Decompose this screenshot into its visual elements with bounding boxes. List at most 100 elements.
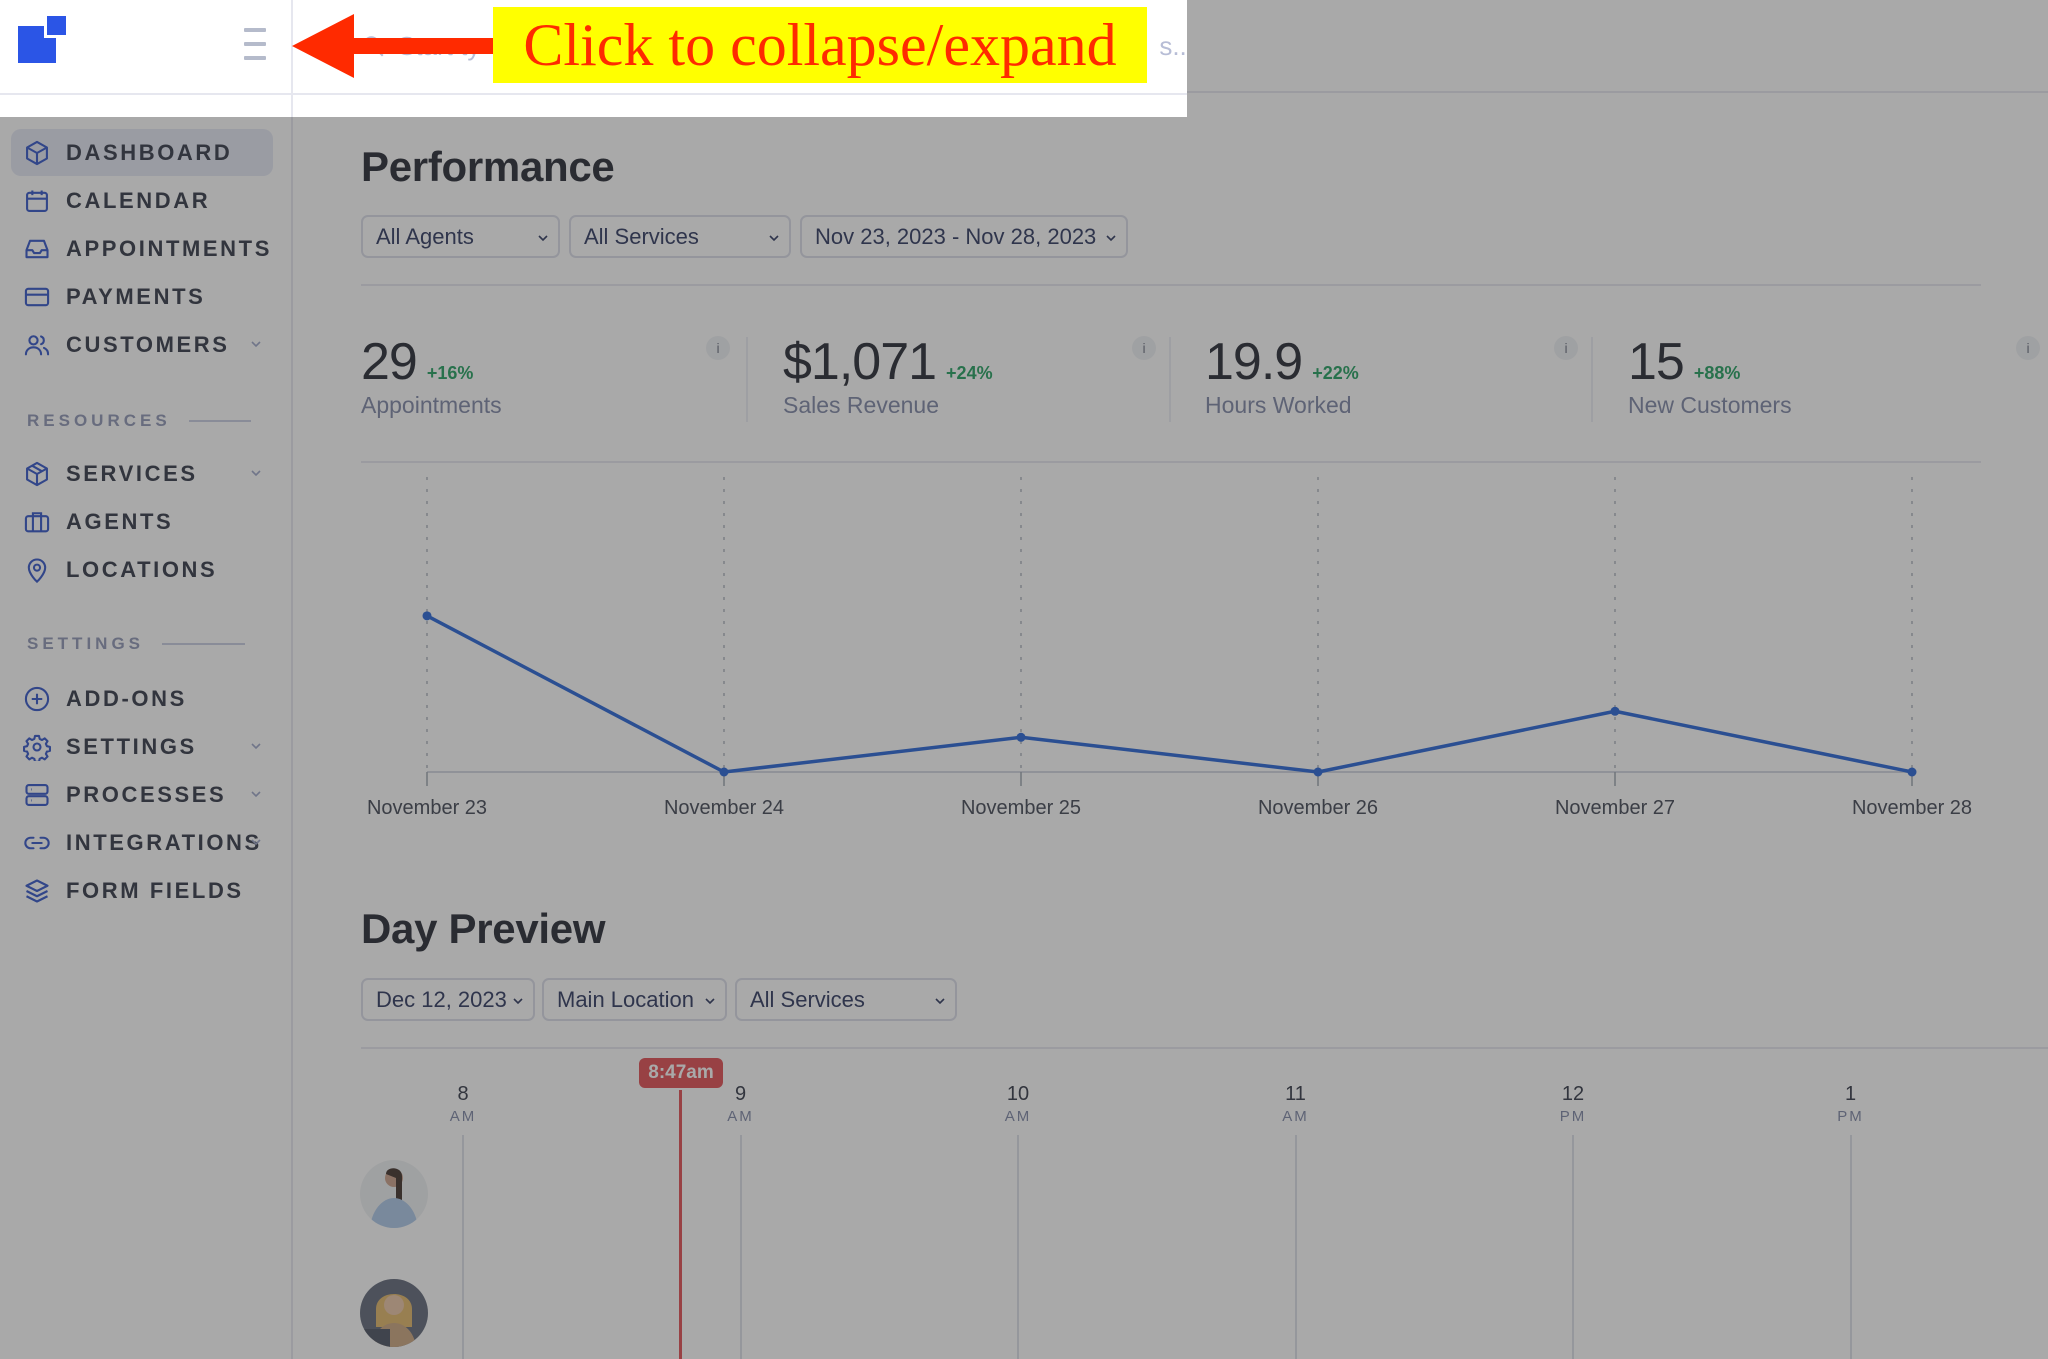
timeline-hour-line [739,1135,742,1359]
hour-period: AM [449,1108,477,1125]
sidebar-item-dashboard[interactable]: DASHBOARD [11,129,273,176]
chevron-down-icon[interactable] [249,337,263,351]
stat-delta: +24% [946,363,993,383]
app-root: DASHBOARD CALENDAR APPOINTMENTS PAYMENTS… [0,0,2048,1359]
credit-card-icon [24,287,50,306]
info-icon[interactable]: i [2016,336,2040,360]
select-value: All Services [750,986,865,1012]
sidebar-item-appointments[interactable]: APPOINTMENTS [11,225,273,272]
stat-value: 19.9 +22% [1205,332,1359,392]
sidebar: DASHBOARD CALENDAR APPOINTMENTS PAYMENTS… [0,95,291,1359]
info-icon[interactable]: i [1554,336,1578,360]
agent-photo-icon [360,1160,428,1228]
info-icon[interactable]: i [706,336,730,360]
x-tick-label: November 28 [1852,797,1972,819]
server-icon [25,783,49,806]
users-icon [24,334,50,355]
stat-label: Hours Worked [1205,392,1352,418]
stat-appointments: 29 +16% Appointments i [361,332,781,432]
x-tick-label: November 24 [664,797,784,819]
cube-icon [26,140,48,165]
x-tick-label: November 26 [1258,797,1378,819]
stat-new-customers: 15 +88% New Customers i [1628,332,2048,432]
chevron-down-icon [513,998,523,1005]
x-tick-label: November 27 [1555,797,1675,819]
day-services-select[interactable]: All Services [735,978,957,1021]
services-filter-select[interactable]: All Services [569,215,791,258]
timeline-hour-label: 12 PM [1543,1083,1603,1125]
day-date-select[interactable]: Dec 12, 2023 [361,978,535,1021]
performance-divider [361,284,1981,286]
sidebar-item-label: PROCESSES [66,781,227,807]
chevron-down-icon [1106,235,1116,242]
sidebar-item-label: LOCATIONS [66,556,218,582]
sidebar-item-locations[interactable]: LOCATIONS [11,546,273,593]
sidebar-item-agents[interactable]: AGENTS [11,498,273,545]
link-icon [24,836,50,849]
hour-period: PM [1837,1108,1864,1125]
chevron-down-icon[interactable] [249,787,263,801]
sidebar-item-add-ons[interactable]: ADD-ONS [11,675,273,722]
stat-separator [746,337,748,422]
sidebar-item-services[interactable]: SERVICES [11,450,273,497]
sidebar-item-label: SETTINGS [66,733,197,759]
annotation-arrow-icon [292,14,502,78]
agent-avatar[interactable] [360,1160,428,1228]
hamburger-bar [244,28,266,32]
hour-number: 8 [457,1083,469,1105]
agents-filter-select[interactable]: All Agents [361,215,560,258]
app-logo[interactable] [18,13,69,64]
sidebar-item-label: SERVICES [66,460,198,486]
data-point [1313,767,1323,777]
logo-square [44,13,69,38]
sidebar-item-label: APPOINTMENTS [66,235,272,261]
data-point [422,611,432,621]
chevron-down-icon[interactable] [249,835,263,849]
info-icon[interactable]: i [1132,336,1156,360]
sidebar-item-calendar[interactable]: CALENDAR [11,177,273,224]
performance-line-chart: November 23 November 24 November 25 Novembe… [367,477,1972,819]
sidebar-item-integrations[interactable]: INTEGRATIONS [11,819,273,866]
chevron-down-icon[interactable] [249,466,263,480]
location-select[interactable]: Main Location [542,978,727,1021]
current-time-badge: 8:47am [639,1058,723,1088]
sidebar-item-settings[interactable]: SETTINGS [11,723,273,770]
stats-divider [361,461,1981,463]
stat-value: $1,071 +24% [783,332,993,392]
calendar-icon [26,190,48,212]
section-heading-label: RESOURCES [27,411,171,430]
data-point [719,767,729,777]
stat-delta: +22% [1312,363,1359,383]
select-value: Nov 23, 2023 - Nov 28, 2023 [815,223,1097,249]
hour-number: 1 [1844,1083,1857,1105]
x-tick-label: November 23 [367,797,487,819]
agent-photo-icon [360,1279,428,1347]
sidebar-item-label: FORM FIELDS [66,877,244,903]
sidebar-item-payments[interactable]: PAYMENTS [11,273,273,320]
sidebar-item-label: AGENTS [66,508,174,534]
sidebar-item-form-fields[interactable]: FORM FIELDS [11,867,273,914]
timeline-hour-line [1017,1135,1019,1359]
data-point [1610,706,1620,716]
select-value: All Agents [376,223,474,249]
date-range-select[interactable]: Nov 23, 2023 - Nov 28, 2023 [800,215,1128,258]
package-icon [26,461,48,486]
stat-label: Appointments [361,392,502,418]
performance-title: Performance [361,143,615,190]
timeline-hour-label: 11 AM [1266,1083,1326,1125]
main-content: Performance All Agents All Services Nov … [293,95,2048,1359]
map-pin-icon [27,558,47,583]
hour-period: AM [727,1108,754,1125]
sidebar-item-processes[interactable]: PROCESSES [11,771,273,818]
select-value: Dec 12, 2023 [376,986,507,1012]
stat-number: 19.9 [1205,333,1303,391]
chevron-down-icon[interactable] [249,739,263,753]
hamburger-bar [244,56,266,60]
hamburger-icon[interactable] [244,28,266,60]
chevron-down-icon [705,998,715,1005]
stat-sales-revenue: $1,071 +24% Sales Revenue i [783,332,1203,432]
stat-hours-worked: 19.9 +22% Hours Worked i [1205,332,1625,432]
stat-value: 29 +16% [361,332,473,392]
agent-avatar[interactable] [360,1279,428,1347]
sidebar-item-customers[interactable]: CUSTOMERS [11,321,273,368]
